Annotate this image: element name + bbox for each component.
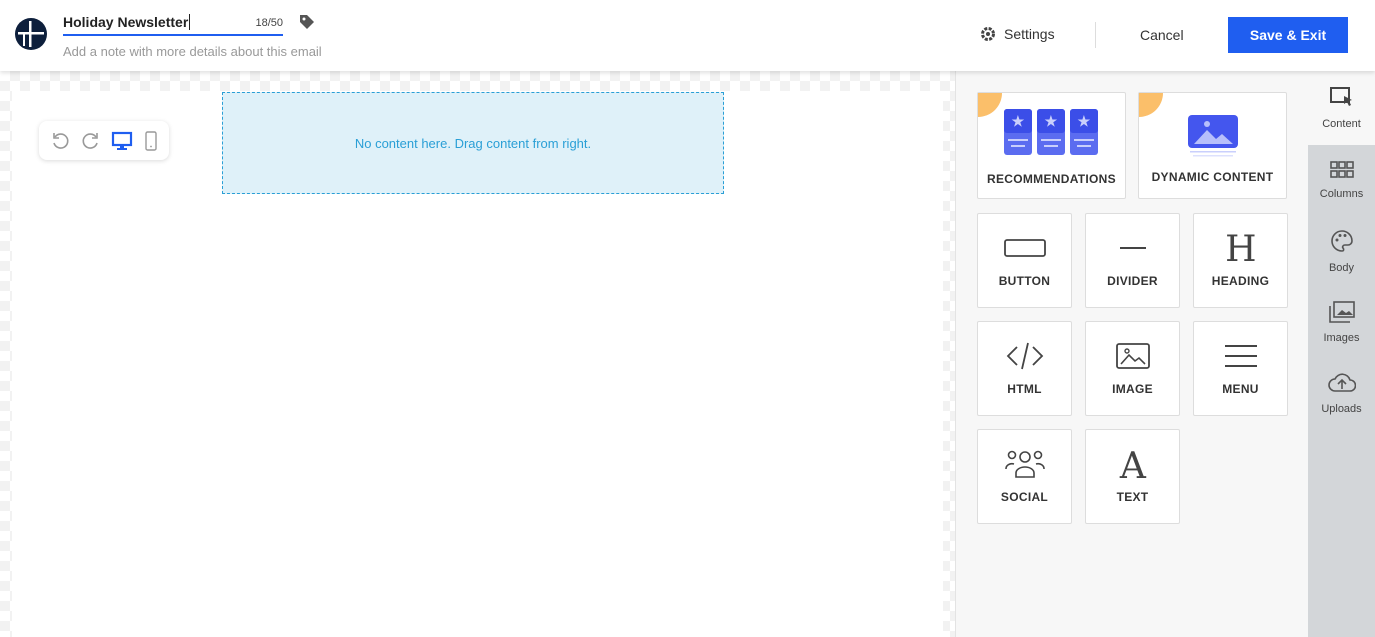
svg-text:A: A [1118, 448, 1146, 480]
premium-badge-icon [1139, 93, 1163, 117]
divider-icon [1119, 238, 1146, 261]
divider [1095, 22, 1096, 48]
drop-zone-message: No content here. Drag content from right… [354, 135, 592, 151]
settings-button[interactable]: Settings [980, 26, 1055, 42]
tab-images[interactable]: Images [1308, 287, 1375, 358]
tile-label: DYNAMIC CONTENT [1151, 170, 1274, 184]
undo-icon[interactable] [50, 131, 70, 151]
image-icon [1115, 342, 1150, 373]
svg-text:★: ★ [1077, 113, 1090, 129]
dynamic-content-icon [1187, 115, 1238, 157]
menu-icon [1224, 342, 1257, 373]
canvas-toolbar [39, 121, 169, 160]
tab-uploads[interactable]: Uploads [1308, 358, 1375, 429]
tile-label: MENU [1222, 382, 1259, 396]
tab-content[interactable]: Content [1308, 71, 1375, 145]
code-icon [1006, 341, 1044, 374]
uploads-icon [1327, 372, 1356, 397]
tile-divider[interactable]: DIVIDER [1085, 213, 1180, 308]
images-icon [1328, 301, 1355, 326]
save-exit-button[interactable]: Save & Exit [1228, 17, 1348, 53]
button-icon [1003, 238, 1046, 261]
note-input[interactable]: Add a note with more details about this … [63, 44, 322, 59]
svg-text:★: ★ [1044, 113, 1057, 129]
tab-label: Body [1328, 262, 1355, 274]
tile-label: IMAGE [1112, 382, 1153, 396]
tile-button[interactable]: BUTTON [977, 213, 1072, 308]
redo-icon[interactable] [81, 131, 101, 151]
columns-icon [1329, 161, 1354, 182]
social-icon [1004, 449, 1046, 482]
tile-text[interactable]: A TEXT [1085, 429, 1180, 524]
mobile-view-icon[interactable] [144, 130, 158, 151]
tile-label: TEXT [1116, 490, 1149, 504]
tab-body[interactable]: Body [1308, 216, 1375, 287]
gear-icon [981, 27, 995, 41]
tab-label: Columns [1319, 188, 1364, 200]
logo-icon [15, 18, 47, 50]
tab-label: Content [1322, 117, 1361, 130]
settings-label: Settings [1004, 26, 1055, 42]
char-count: 18/50 [255, 17, 283, 29]
header: Holiday Newsletter 18/50 Add a note with … [0, 0, 1375, 71]
tile-label: DIVIDER [1107, 274, 1158, 288]
tab-label: Uploads [1321, 403, 1362, 415]
tag-icon[interactable] [299, 14, 315, 30]
text-icon: A [1118, 446, 1148, 487]
tile-label: HTML [1007, 382, 1042, 396]
tile-recommendations[interactable]: ★ ★ ★ RECOMMENDATIONS [977, 92, 1126, 199]
tile-heading[interactable]: H HEADING [1193, 213, 1288, 308]
title-text: Holiday Newsletter [63, 14, 189, 30]
content-icon [1329, 86, 1354, 112]
tile-social[interactable]: SOCIAL [977, 429, 1072, 524]
tile-menu[interactable]: MENU [1193, 321, 1288, 416]
tab-columns[interactable]: Columns [1308, 145, 1375, 216]
tile-image[interactable]: IMAGE [1085, 321, 1180, 416]
recommendations-icon: ★ ★ ★ [1003, 109, 1098, 155]
cancel-button[interactable]: Cancel [1140, 27, 1184, 43]
heading-icon: H [1225, 229, 1257, 270]
tab-label: Images [1323, 332, 1360, 344]
tile-label: RECOMMENDATIONS [987, 172, 1116, 186]
tile-label: SOCIAL [1000, 490, 1049, 504]
svg-text:H: H [1225, 232, 1257, 264]
tile-dynamic-content[interactable]: DYNAMIC CONTENT [1138, 92, 1287, 199]
tile-label: HEADING [1211, 274, 1270, 288]
body-icon [1330, 229, 1354, 256]
desktop-view-icon[interactable] [111, 131, 133, 151]
drop-zone[interactable]: No content here. Drag content from right… [222, 92, 724, 194]
tile-html[interactable]: HTML [977, 321, 1072, 416]
svg-text:★: ★ [1011, 113, 1024, 129]
tile-label: BUTTON [998, 274, 1051, 288]
email-title-input[interactable]: Holiday Newsletter 18/50 [63, 14, 283, 36]
